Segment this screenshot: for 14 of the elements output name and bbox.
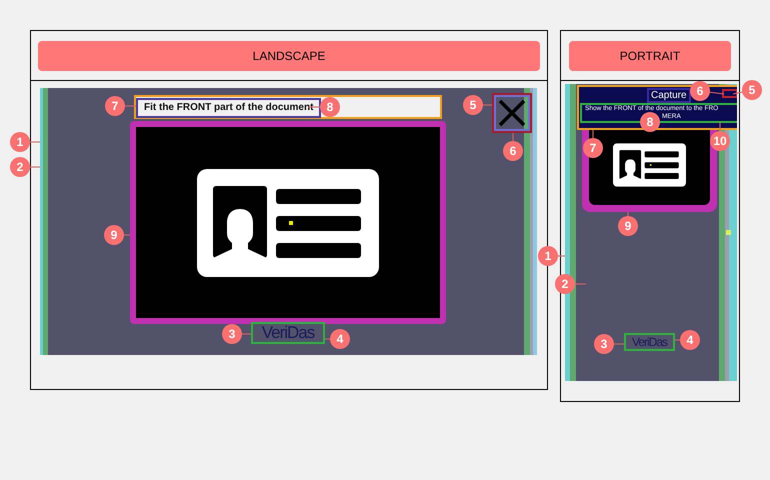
close-icon (498, 99, 526, 127)
callout-number: 1 (10, 132, 30, 152)
layout-title[interactable]: LANDSCAPE (38, 40, 540, 70)
layout-title[interactable]: PORTRAIT (569, 40, 731, 70)
callout-number: 5 (742, 80, 762, 100)
header-title: Capture (647, 88, 691, 103)
close-button[interactable] (722, 89, 737, 98)
instruction-text: Fit the FRONT part of the document (136, 98, 322, 118)
callout-number: 1 (538, 246, 558, 266)
id-card-icon (197, 168, 379, 276)
id-card-icon (613, 142, 686, 186)
callout-number: 2 (555, 274, 575, 294)
close-button[interactable] (492, 93, 532, 133)
callout-number: 2 (10, 157, 30, 177)
